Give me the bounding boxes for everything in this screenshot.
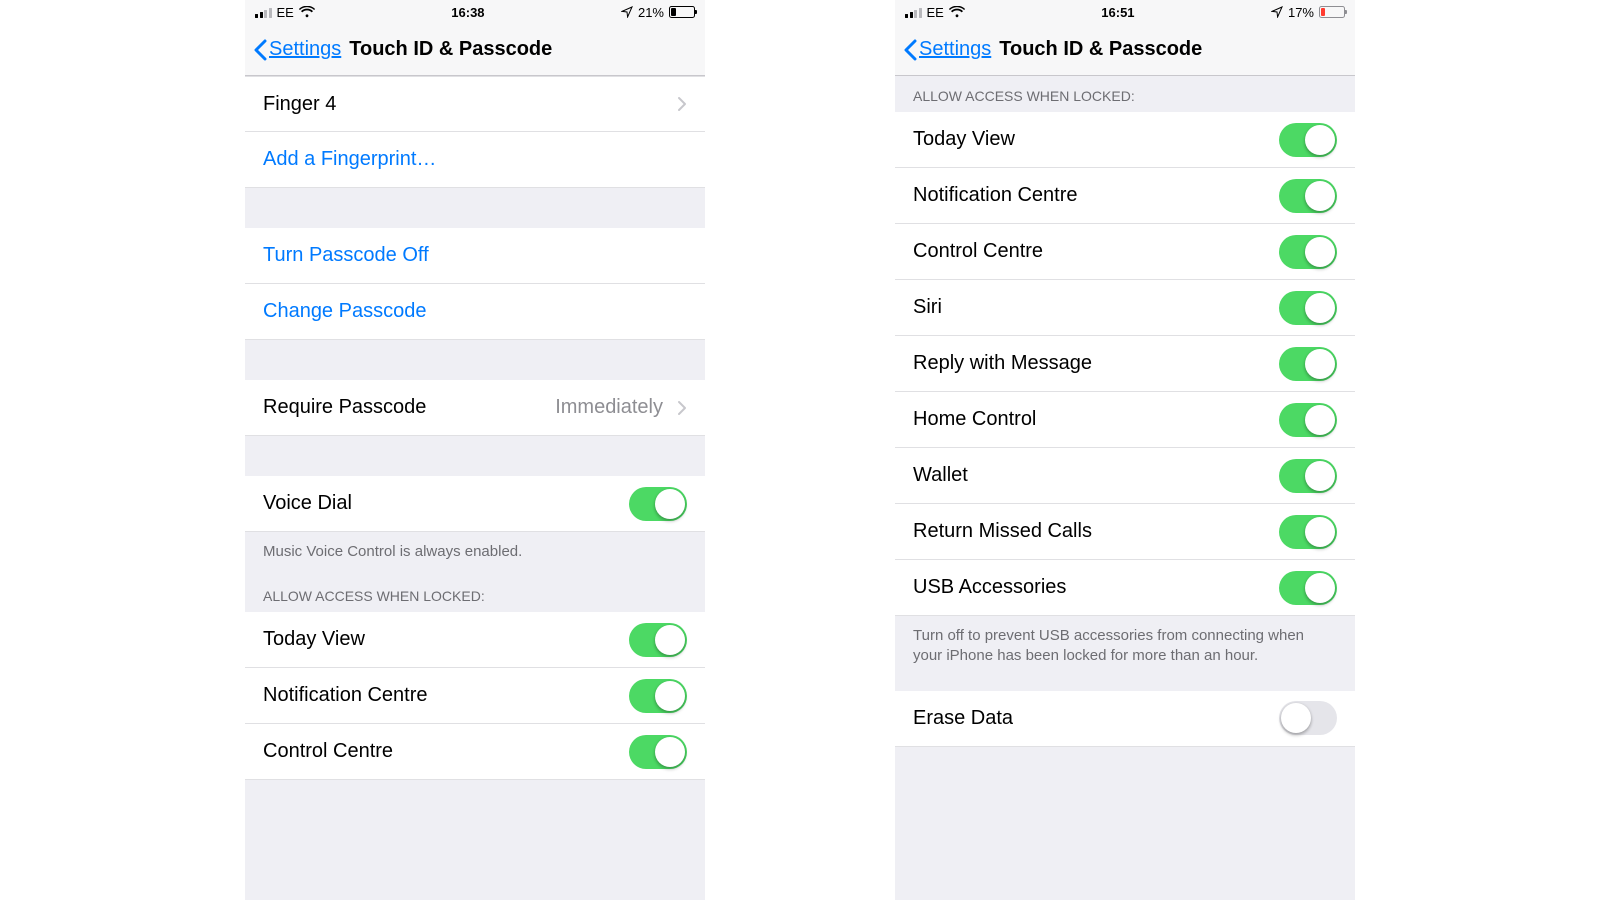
chevron-right-icon xyxy=(677,96,687,112)
reply-with-message-toggle[interactable] xyxy=(1279,347,1337,381)
group-gap xyxy=(245,436,705,476)
notification-centre-row: Notification Centre xyxy=(245,668,705,724)
today-view-row: Today View xyxy=(245,612,705,668)
home-control-row: Home Control xyxy=(895,392,1355,448)
today-view-toggle[interactable] xyxy=(1279,123,1337,157)
back-button[interactable]: Settings xyxy=(903,38,991,61)
nav-bar: Settings Touch ID & Passcode xyxy=(245,24,705,76)
carrier-label: EE xyxy=(927,5,944,20)
erase-data-row: Erase Data xyxy=(895,691,1355,747)
wallet-row: Wallet xyxy=(895,448,1355,504)
return-missed-calls-row: Return Missed Calls xyxy=(895,504,1355,560)
settings-list[interactable]: Finger 4 Add a Fingerprint… Turn Passcod… xyxy=(245,76,705,900)
battery-icon xyxy=(1319,6,1345,18)
home-control-toggle[interactable] xyxy=(1279,403,1337,437)
status-time: 16:38 xyxy=(451,5,484,20)
control-centre-toggle[interactable] xyxy=(629,735,687,769)
voice-dial-row: Voice Dial xyxy=(245,476,705,532)
group-gap xyxy=(245,340,705,380)
require-passcode-row[interactable]: Require Passcode Immediately xyxy=(245,380,705,436)
today-view-toggle[interactable] xyxy=(629,623,687,657)
reply-with-message-row: Reply with Message xyxy=(895,336,1355,392)
change-passcode-button[interactable]: Change Passcode xyxy=(245,284,705,340)
nav-bar: Settings Touch ID & Passcode xyxy=(895,24,1355,76)
allow-access-header: ALLOW ACCESS WHEN LOCKED: xyxy=(895,76,1355,112)
status-time: 16:51 xyxy=(1101,5,1134,20)
fingerprint-row[interactable]: Finger 4 xyxy=(245,76,705,132)
page-title: Touch ID & Passcode xyxy=(349,38,552,61)
usb-accessories-toggle[interactable] xyxy=(1279,571,1337,605)
return-missed-calls-toggle[interactable] xyxy=(1279,515,1337,549)
control-centre-toggle[interactable] xyxy=(1279,235,1337,269)
signal-icon xyxy=(255,7,272,18)
page-title: Touch ID & Passcode xyxy=(999,38,1202,61)
erase-data-toggle[interactable] xyxy=(1279,701,1337,735)
back-label: Settings xyxy=(269,38,341,61)
back-label: Settings xyxy=(919,38,991,61)
chevron-left-icon xyxy=(903,39,917,61)
notification-centre-toggle[interactable] xyxy=(629,679,687,713)
phone-right: EE 16:51 17% Settings Touch ID & Passcod… xyxy=(895,0,1355,900)
back-button[interactable]: Settings xyxy=(253,38,341,61)
siri-row: Siri xyxy=(895,280,1355,336)
fingerprint-label: Finger 4 xyxy=(263,93,336,116)
wifi-icon xyxy=(299,6,315,18)
allow-access-header: ALLOW ACCESS WHEN LOCKED: xyxy=(245,568,705,612)
battery-icon xyxy=(669,6,695,18)
group-gap xyxy=(895,673,1355,691)
chevron-left-icon xyxy=(253,39,267,61)
status-bar: EE 16:38 21% xyxy=(245,0,705,24)
group-gap xyxy=(245,188,705,228)
location-icon xyxy=(621,6,633,18)
wallet-toggle[interactable] xyxy=(1279,459,1337,493)
location-icon xyxy=(1271,6,1283,18)
status-bar: EE 16:51 17% xyxy=(895,0,1355,24)
usb-accessories-row: USB Accessories xyxy=(895,560,1355,616)
add-fingerprint-button[interactable]: Add a Fingerprint… xyxy=(245,132,705,188)
control-centre-row: Control Centre xyxy=(895,224,1355,280)
carrier-label: EE xyxy=(277,5,294,20)
phone-left: EE 16:38 21% Settings Touch ID & Passcod… xyxy=(245,0,705,900)
chevron-right-icon xyxy=(677,400,687,416)
wifi-icon xyxy=(949,6,965,18)
voice-dial-toggle[interactable] xyxy=(629,487,687,521)
voice-dial-footer: Music Voice Control is always enabled. xyxy=(245,532,705,568)
usb-footer: Turn off to prevent USB accessories from… xyxy=(895,616,1355,673)
require-passcode-value: Immediately xyxy=(555,396,669,419)
today-view-row: Today View xyxy=(895,112,1355,168)
notification-centre-row: Notification Centre xyxy=(895,168,1355,224)
turn-passcode-off-button[interactable]: Turn Passcode Off xyxy=(245,228,705,284)
settings-list[interactable]: ALLOW ACCESS WHEN LOCKED: Today View Not… xyxy=(895,76,1355,900)
control-centre-row: Control Centre xyxy=(245,724,705,780)
signal-icon xyxy=(905,7,922,18)
siri-toggle[interactable] xyxy=(1279,291,1337,325)
battery-text: 21% xyxy=(638,5,664,20)
battery-text: 17% xyxy=(1288,5,1314,20)
notification-centre-toggle[interactable] xyxy=(1279,179,1337,213)
